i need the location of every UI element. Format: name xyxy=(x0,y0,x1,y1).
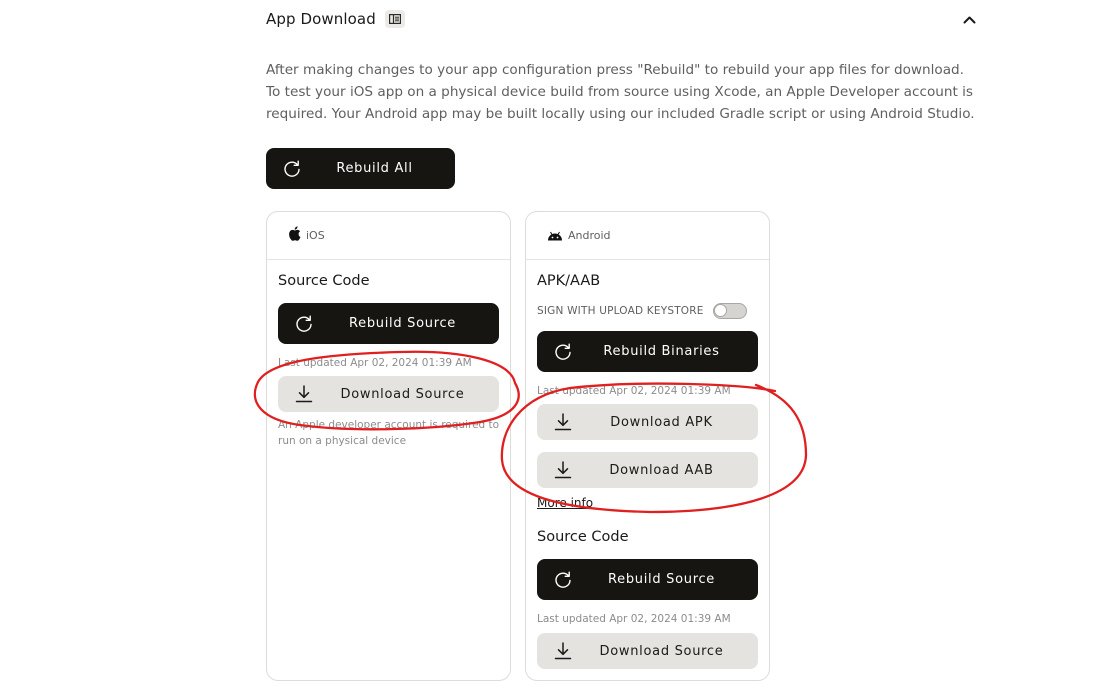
section-description: After making changes to your app configu… xyxy=(266,62,975,122)
rebuild-all-label: Rebuild All xyxy=(336,161,413,176)
sign-keystore-row: SIGN WITH UPLOAD KEYSTORE xyxy=(537,303,747,319)
android-icon xyxy=(547,226,563,245)
chevron-up-icon[interactable] xyxy=(958,8,980,30)
download-icon xyxy=(537,460,577,480)
download-apk-button[interactable]: Download APK xyxy=(537,404,758,440)
rebuild-binaries-button[interactable]: Rebuild Binaries xyxy=(537,331,758,372)
app-download-header: App Download xyxy=(266,8,980,30)
binaries-last-updated: Last updated Apr 02, 2024 01:39 AM xyxy=(537,385,731,397)
ios-card-header: iOS xyxy=(267,212,510,260)
ios-download-source-button[interactable]: Download Source xyxy=(278,376,499,412)
ios-platform-label: iOS xyxy=(306,229,325,242)
android-download-source-label: Download Source xyxy=(599,643,724,659)
android-source-title: Source Code xyxy=(537,529,629,545)
refresh-icon xyxy=(537,570,577,590)
ios-rebuild-source-label: Rebuild Source xyxy=(349,316,456,331)
more-info-link[interactable]: More info xyxy=(537,496,593,510)
section-title: App Download xyxy=(266,10,376,28)
toggle-knob xyxy=(713,304,727,317)
download-icon xyxy=(278,384,318,404)
android-card: Android APK/AAB SIGN WITH UPLOAD KEYSTOR… xyxy=(525,211,770,681)
android-card-header: Android xyxy=(526,212,769,260)
ios-card: iOS Source Code Rebuild Source Last upda… xyxy=(266,211,511,681)
refresh-icon xyxy=(266,159,306,179)
apple-icon xyxy=(288,226,301,245)
android-apk-title: APK/AAB xyxy=(537,273,601,289)
android-download-source-button[interactable]: Download Source xyxy=(537,633,758,669)
ios-download-source-label: Download Source xyxy=(340,386,465,402)
sign-keystore-label: SIGN WITH UPLOAD KEYSTORE xyxy=(537,305,704,317)
refresh-icon xyxy=(537,342,577,362)
refresh-icon xyxy=(278,314,318,334)
rebuild-binaries-label: Rebuild Binaries xyxy=(603,344,720,359)
ios-source-title: Source Code xyxy=(278,273,370,289)
rebuild-all-button[interactable]: Rebuild All xyxy=(266,148,455,189)
download-icon xyxy=(537,641,577,661)
sign-keystore-toggle[interactable] xyxy=(712,303,747,319)
android-rebuild-source-label: Rebuild Source xyxy=(608,572,715,587)
source-last-updated: Last updated Apr 02, 2024 01:39 AM xyxy=(537,613,731,625)
download-apk-label: Download APK xyxy=(610,414,713,430)
android-platform-label: Android xyxy=(568,229,611,242)
sidebar-panel-icon xyxy=(384,10,405,28)
android-rebuild-source-button[interactable]: Rebuild Source xyxy=(537,559,758,600)
ios-developer-note: An Apple developer account is required t… xyxy=(278,419,500,447)
ios-rebuild-source-button[interactable]: Rebuild Source xyxy=(278,303,499,344)
ios-last-updated: Last updated Apr 02, 2024 01:39 AM xyxy=(278,357,472,369)
download-aab-label: Download AAB xyxy=(609,462,714,478)
download-aab-button[interactable]: Download AAB xyxy=(537,452,758,488)
download-icon xyxy=(537,412,577,432)
